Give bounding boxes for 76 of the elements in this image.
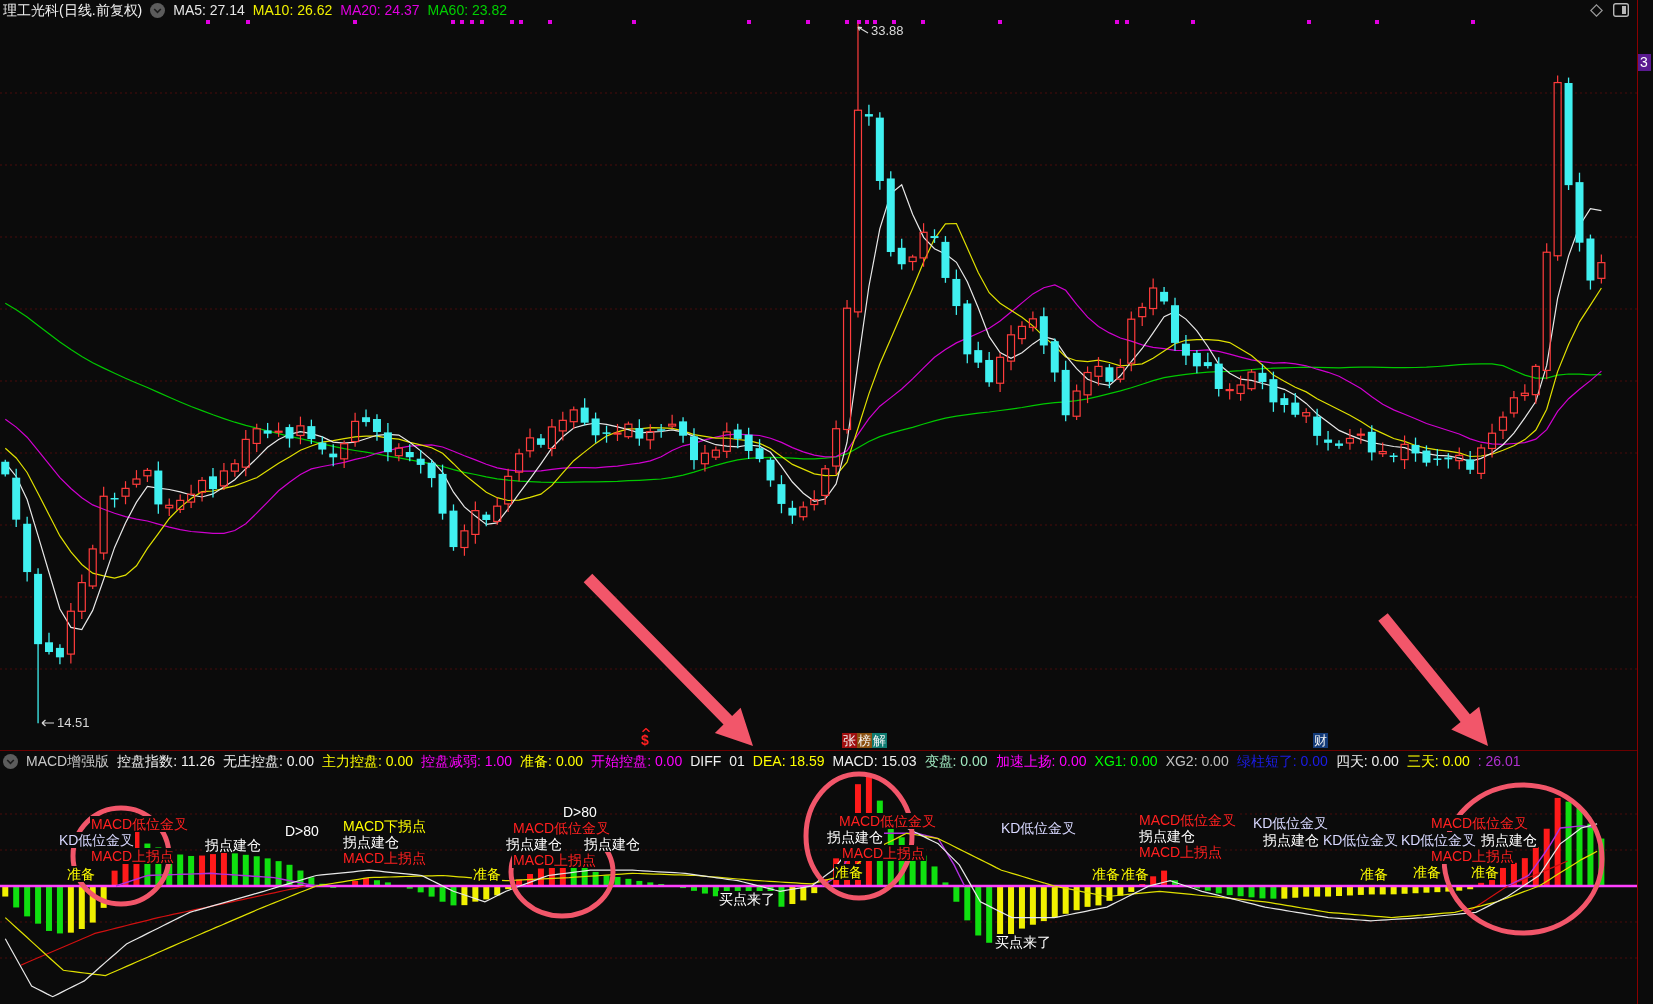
indicator-value: 准备: 0.00 xyxy=(520,753,584,769)
signal-label: MACD上拐点 xyxy=(1138,844,1224,860)
signal-label: 拐点建仓 xyxy=(1262,832,1320,848)
signal-label: 拐点建仓 xyxy=(505,836,563,852)
indicator-value: 无庄控盘: 0.00 xyxy=(223,753,315,769)
pointer-arrow-icon xyxy=(41,718,55,727)
signal-label: KD低位金叉 xyxy=(1322,832,1400,848)
signal-label: 准备 xyxy=(1412,864,1442,880)
event-tag: 张 xyxy=(842,733,857,748)
signal-label: KD低位金叉 xyxy=(1400,832,1478,848)
signal-label: MACD低位金叉 xyxy=(838,813,938,829)
signal-label: 准备 xyxy=(1120,866,1150,882)
indicator-value: DIFF xyxy=(690,753,722,769)
signal-label: MACD上拐点 xyxy=(1430,848,1516,864)
moving-average-value: MA10: 26.62 xyxy=(252,2,333,18)
event-tag: 榜 xyxy=(857,733,872,748)
signal-label: 准备 xyxy=(834,864,864,880)
indicator-value: 变盘: 0.00 xyxy=(924,753,988,769)
signal-label: MACD上拐点 xyxy=(841,845,927,861)
indicator-value: 控盘减弱: 1.00 xyxy=(421,753,513,769)
panel-toggle-icon[interactable] xyxy=(1613,3,1629,17)
signal-label: 拐点建仓 xyxy=(1138,828,1196,844)
high-price-label: 33.88 xyxy=(871,23,904,38)
signal-label: MACD低位金叉 xyxy=(90,816,190,832)
moving-average-value: MA5: 27.14 xyxy=(173,2,245,18)
event-tag: 财 xyxy=(1313,733,1328,748)
signal-label: MACD低位金叉 xyxy=(1430,815,1530,831)
indicator-value: 加速上扬: 0.00 xyxy=(995,753,1087,769)
indicator-value: 主力控盘: 0.00 xyxy=(322,753,414,769)
signal-label: MACD低位金叉 xyxy=(512,820,612,836)
event-marker: $ xyxy=(641,733,649,748)
dropdown-icon[interactable] xyxy=(3,753,18,769)
low-price-label: 14.51 xyxy=(57,715,90,730)
signal-label: KD低位金叉 xyxy=(1000,820,1078,836)
indicator-value: DEA: 18.59 xyxy=(752,753,825,769)
signal-label: 准备 xyxy=(1091,866,1121,882)
indicator-value: 绿柱短了: 0.00 xyxy=(1236,753,1328,769)
signal-label: 拐点建仓 xyxy=(1480,832,1538,848)
signal-label: MACD下拐点 xyxy=(342,818,428,834)
indicator-value: XG2: 0.00 xyxy=(1165,753,1229,769)
indicator-value: MACD: 15.03 xyxy=(832,753,917,769)
indicator-value: : 26.01 xyxy=(1477,753,1521,769)
signal-label: 拐点建仓 xyxy=(583,836,641,852)
signal-label: 准备 xyxy=(1470,864,1500,880)
indicator-name: MACD增强版 xyxy=(26,753,110,769)
signal-label: 买点来了 xyxy=(994,934,1052,950)
indicator-value: 三天: 0.00 xyxy=(1406,753,1470,769)
signal-label: 拐点建仓 xyxy=(826,829,884,845)
signal-label: 买点来了 xyxy=(718,891,776,907)
signal-label: KD低位金叉 xyxy=(58,832,136,848)
signal-label: KD低位金叉 xyxy=(1252,815,1330,831)
indicator-value: 四天: 0.00 xyxy=(1335,753,1399,769)
signal-label: MACD上拐点 xyxy=(512,852,598,868)
event-tag: 解 xyxy=(872,733,887,748)
signal-label: 拐点建仓 xyxy=(204,837,262,853)
signal-label: 准备 xyxy=(1359,866,1389,882)
signal-label: MACD低位金叉 xyxy=(1138,812,1238,828)
indicator-value: XG1: 0.00 xyxy=(1094,753,1158,769)
signal-label: D>80 xyxy=(284,823,320,839)
pointer-arrow-icon xyxy=(857,25,869,36)
signal-label: 拐点建仓 xyxy=(342,834,400,850)
price-axis-tag: 3 xyxy=(1638,54,1651,71)
indicator-value: 控盘指数: 11.26 xyxy=(117,753,215,769)
stock-title: 理工光科(日线.前复权) xyxy=(3,2,143,18)
caret-icon xyxy=(642,728,650,732)
moving-average-value: MA60: 23.82 xyxy=(427,2,507,18)
signal-label: D>80 xyxy=(562,804,598,820)
signal-label: 准备 xyxy=(472,866,502,882)
signal-label: MACD上拐点 xyxy=(90,848,176,864)
diamond-icon[interactable] xyxy=(1590,3,1603,17)
dropdown-icon[interactable] xyxy=(150,2,166,18)
indicator-value: 01 xyxy=(729,753,745,769)
signal-label: 准备 xyxy=(66,866,96,882)
indicator-value: 开始控盘: 0.00 xyxy=(591,753,683,769)
signal-label: MACD上拐点 xyxy=(342,850,428,866)
moving-average-value: MA20: 24.37 xyxy=(340,2,420,18)
